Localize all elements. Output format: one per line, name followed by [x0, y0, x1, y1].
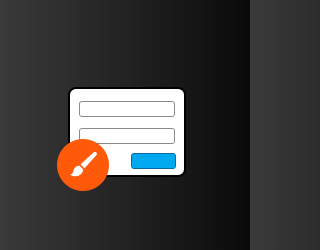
- text-field-illustration: [79, 101, 175, 117]
- paintbrush-icon: [70, 151, 97, 177]
- submit-button-illustration: [131, 153, 176, 169]
- paint-badge: [57, 139, 109, 191]
- form-builder-app-icon: [0, 0, 250, 250]
